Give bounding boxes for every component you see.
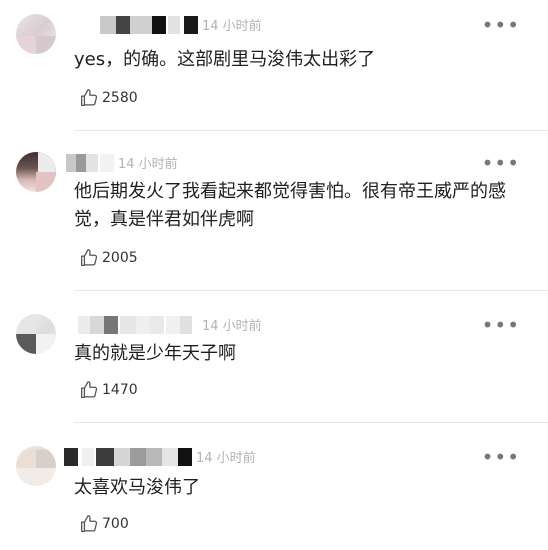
like-button[interactable]: 2580 [78,86,138,110]
username-mosaic[interactable]: 14 小时前 [64,446,414,472]
username-mosaic[interactable]: 14 小时前 [74,14,414,40]
comment-item: 14 小时前 ••• yes，的确。这部剧里马浚伟太出彩了 2580 [0,14,548,144]
comment-text: 真的就是少年天子啊 [74,343,236,364]
like-button[interactable]: 1470 [78,378,138,402]
like-button[interactable]: 2005 [78,246,138,270]
like-count: 700 [102,516,129,532]
divider [74,422,548,423]
thumbs-up-icon [81,249,98,266]
avatar[interactable] [16,314,56,354]
comment-text: 他后期发火了我看起来都觉得害怕。很有帝王威严的感觉，真是伴君如伴虎啊 [74,181,506,230]
divider [74,290,548,291]
like-count: 1470 [102,382,138,398]
more-dots-icon[interactable]: ••• [482,15,520,35]
comment-list: 14 小时前 ••• yes，的确。这部剧里马浚伟太出彩了 2580 14 小时… [0,0,548,550]
more-dots-icon[interactable]: ••• [482,153,520,173]
username-mosaic[interactable]: 14 小时前 [74,314,414,340]
comment-item: 14 小时前 ••• 太喜欢马浚伟了 700 [0,446,548,550]
timestamp: 14 小时前 [196,451,256,466]
thumbs-up-icon [81,89,98,106]
like-count: 2005 [102,250,138,266]
divider [74,130,548,131]
comment-text: yes，的确。这部剧里马浚伟太出彩了 [74,49,376,70]
timestamp: 14 小时前 [202,319,262,334]
like-count: 2580 [102,90,138,106]
avatar[interactable] [16,14,56,54]
more-dots-icon[interactable]: ••• [482,315,520,335]
comment-item: 14 小时前 ••• 真的就是少年天子啊 1470 [0,314,548,434]
more-dots-icon[interactable]: ••• [482,447,520,467]
like-button[interactable]: 700 [78,512,129,536]
avatar[interactable] [16,152,56,192]
thumbs-up-icon [81,381,98,398]
username-mosaic[interactable]: 14 小时前 [66,152,414,178]
thumbs-up-icon [81,515,98,532]
comment-text: 太喜欢马浚伟了 [74,477,200,498]
timestamp: 14 小时前 [118,157,178,172]
timestamp: 14 小时前 [202,19,262,34]
avatar[interactable] [16,446,56,486]
comment-item: 14 小时前 ••• 他后期发火了我看起来都觉得害怕。很有帝王威严的感觉，真是伴… [0,152,548,292]
